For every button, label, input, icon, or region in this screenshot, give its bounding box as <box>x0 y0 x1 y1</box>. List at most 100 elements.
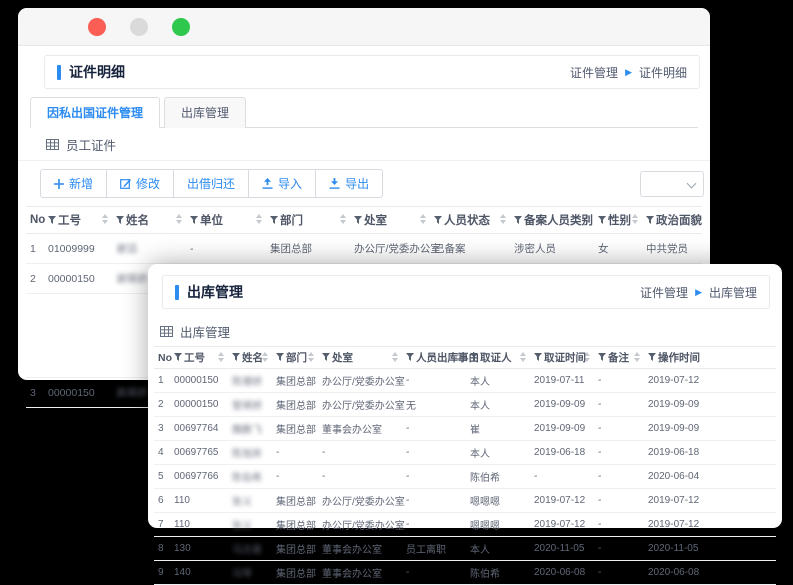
tab-outbound-mgmt[interactable]: 出库管理 <box>164 97 247 128</box>
sort-icon[interactable] <box>632 214 638 224</box>
grid-table-icon <box>160 326 173 337</box>
table-cell: 谢滔 <box>112 233 186 264</box>
table-cell: 2019-09-09 <box>530 392 594 417</box>
table-cell: 陈旭弃 <box>228 440 272 465</box>
toolbar: 新增 修改 出借归还 导入 导出 <box>18 161 710 206</box>
table-cell: 集团总部 <box>272 488 318 513</box>
table-cell: 办公厅/党委办公室 <box>350 233 441 264</box>
filter-icon[interactable] <box>648 353 656 362</box>
column-header[interactable]: 处室 <box>318 346 402 369</box>
table-cell: 管瑛娇 <box>228 392 272 417</box>
table-cell: 集团总部 <box>272 392 318 417</box>
sort-icon[interactable] <box>634 352 640 362</box>
export-button[interactable]: 导出 <box>315 169 384 198</box>
column-header[interactable]: 部门 <box>272 346 318 369</box>
table-cell: 8 <box>154 536 170 561</box>
column-header[interactable]: 姓名 <box>112 206 186 234</box>
table-row: 6 110 张义 集团总部 办公厅/党委办公室 - 嗯嗯嗯 2019-07-12-2019-0… <box>154 488 776 513</box>
sort-icon[interactable] <box>500 214 506 224</box>
sort-icon[interactable] <box>218 352 224 362</box>
column-header[interactable]: 单位 <box>186 206 266 234</box>
column-header[interactable]: 工号 <box>44 206 112 234</box>
filter-icon[interactable] <box>48 216 56 225</box>
filter-icon[interactable] <box>270 216 278 225</box>
table-cell: 嗯嗯嗯 <box>466 512 530 537</box>
minimize-button[interactable] <box>130 17 148 36</box>
sort-icon[interactable] <box>392 352 398 362</box>
column-header[interactable]: 操作时间 <box>644 346 776 369</box>
breadcrumb-parent[interactable]: 证件管理 <box>570 64 618 81</box>
column-header[interactable]: 人员状态 <box>430 206 510 234</box>
table-cell: 110 <box>170 488 228 513</box>
table-cell: - <box>594 368 644 393</box>
sort-icon[interactable] <box>176 214 182 224</box>
filter-icon[interactable] <box>470 353 478 362</box>
filter-icon[interactable] <box>322 353 330 362</box>
table-cell: 2020-06-04 <box>644 464 776 489</box>
table-cell: - <box>186 233 266 264</box>
sort-icon[interactable] <box>520 352 526 362</box>
column-header[interactable]: No <box>26 206 45 234</box>
tab-private-abroad-cert-mgmt[interactable]: 因私出国证件管理 <box>30 97 161 128</box>
table-cell: 集团总部 <box>272 536 318 561</box>
table-cell: 陈伯希 <box>228 464 272 489</box>
sort-icon[interactable] <box>308 352 314 362</box>
filter-icon[interactable] <box>434 216 442 225</box>
table-cell: - <box>272 440 318 465</box>
filter-icon[interactable] <box>354 216 362 225</box>
sort-icon[interactable] <box>256 214 262 224</box>
column-header[interactable]: 政治面貌 <box>642 206 702 234</box>
column-header[interactable]: 姓名 <box>228 346 272 369</box>
close-button[interactable] <box>88 17 106 36</box>
filter-icon[interactable] <box>598 353 606 362</box>
table-cell: 2019-07-12 <box>530 488 594 513</box>
maximize-button[interactable] <box>172 17 190 36</box>
table-cell: 2020-11-05 <box>644 536 776 561</box>
filter-icon[interactable] <box>534 353 542 362</box>
column-header[interactable]: 备案人员类别 <box>510 206 594 234</box>
table-cell: - <box>272 464 318 489</box>
column-label: 部门 <box>280 215 303 227</box>
filter-icon[interactable] <box>406 353 414 362</box>
edit-button[interactable]: 修改 <box>106 169 175 198</box>
column-header[interactable]: 工号 <box>170 346 228 369</box>
filter-icon[interactable] <box>276 353 284 362</box>
column-header[interactable]: 性别 <box>594 206 642 234</box>
sort-icon[interactable] <box>420 214 426 224</box>
column-header[interactable]: 备注 <box>594 346 644 369</box>
table-cell: 中共党员 <box>642 233 702 264</box>
sort-icon[interactable] <box>340 214 346 224</box>
column-label: 处室 <box>364 215 387 227</box>
filter-icon[interactable] <box>514 216 522 225</box>
table-cell: 1 <box>154 368 170 393</box>
add-button[interactable]: 新增 <box>40 169 108 198</box>
table-cell: 01009999 <box>44 233 112 264</box>
filter-icon[interactable] <box>174 353 182 362</box>
table-cell: 4 <box>154 440 170 465</box>
table-cell: - <box>594 464 644 489</box>
column-header[interactable]: 取证时间 <box>530 346 594 369</box>
table-header-row: No 工号 姓名 单位 部门 处室 人员状态 备案人员类别 性别 政治面貌 <box>26 206 702 234</box>
section-title: 出库管理 <box>180 326 231 340</box>
lend-return-button[interactable]: 出借归还 <box>173 169 250 198</box>
filter-select[interactable] <box>640 170 704 197</box>
title-accent-bar <box>57 64 61 80</box>
filter-icon[interactable] <box>116 216 124 225</box>
table-cell: 00000150 <box>44 263 112 294</box>
filter-icon[interactable] <box>232 353 240 362</box>
breadcrumb-parent[interactable]: 证件管理 <box>640 284 688 301</box>
filter-icon[interactable] <box>646 216 654 225</box>
import-button[interactable]: 导入 <box>248 169 317 198</box>
column-header[interactable]: 处室 <box>350 206 430 234</box>
table-cell: 2019-07-12 <box>644 488 776 513</box>
filter-icon[interactable] <box>598 216 606 225</box>
column-header[interactable]: No <box>154 346 172 369</box>
sort-icon[interactable] <box>102 214 108 224</box>
filter-icon[interactable] <box>190 216 198 225</box>
column-header[interactable]: 取证人 <box>466 346 530 369</box>
table-row: 1 00000150 陈珊娇 集团总部 办公厅/党委办公室 - 本人 2019-07-11-2… <box>154 368 776 393</box>
column-header[interactable]: 人员出库事由 <box>402 346 479 369</box>
section-title: 员工证件 <box>66 139 117 153</box>
table-cell: 00697766 <box>170 464 228 489</box>
column-header[interactable]: 部门 <box>266 206 350 234</box>
